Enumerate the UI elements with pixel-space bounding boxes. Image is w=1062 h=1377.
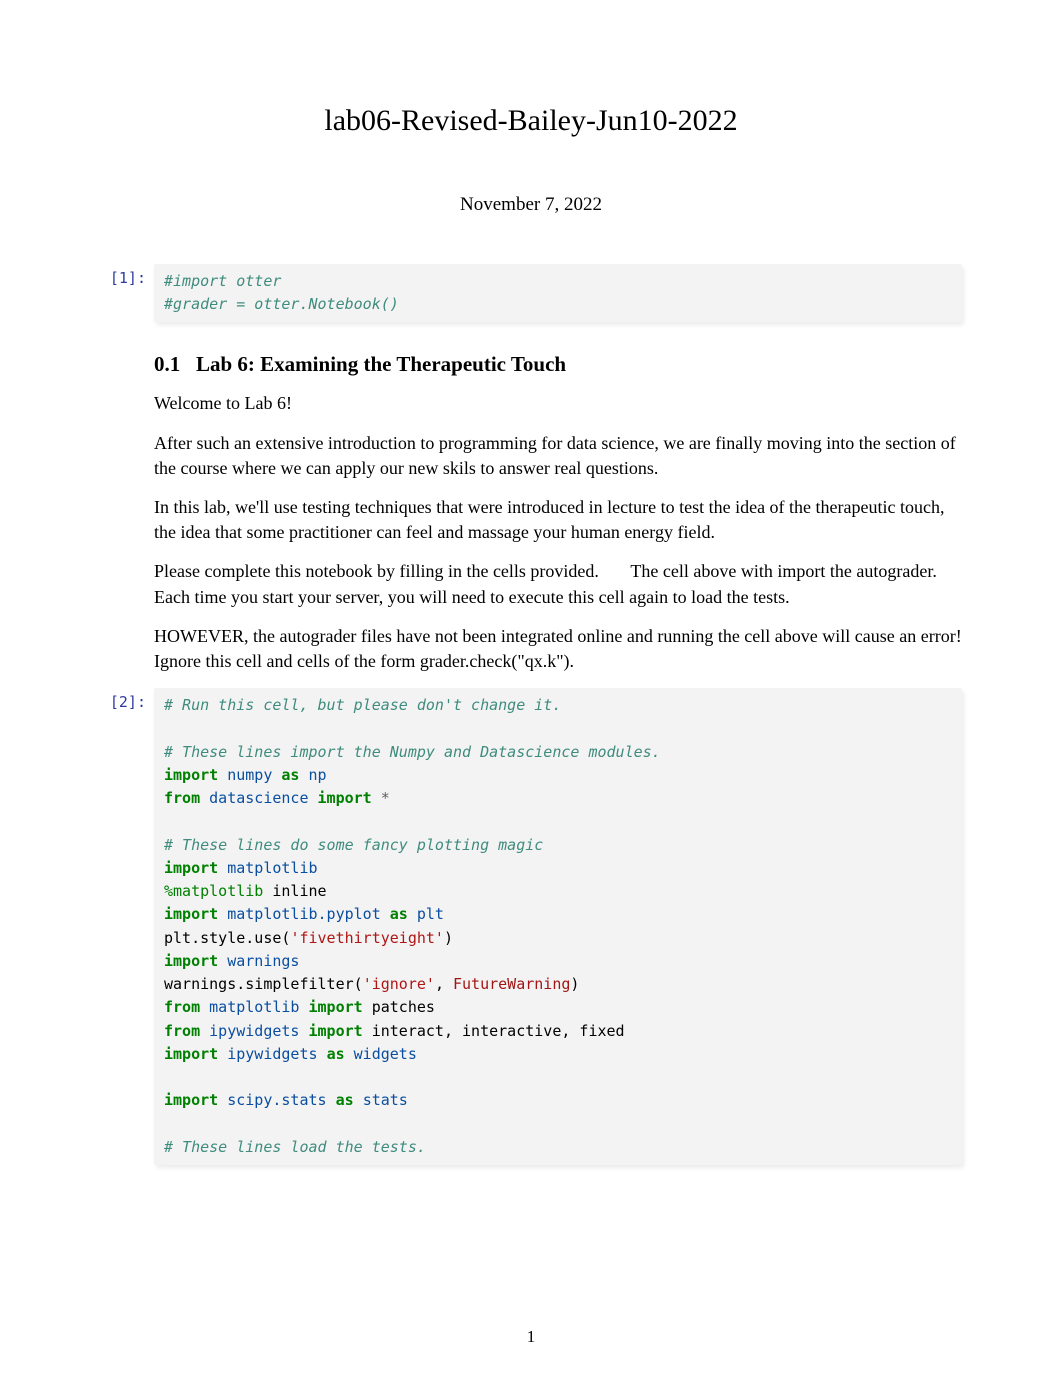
page-number: 1 <box>0 1325 1062 1349</box>
module: warnings <box>227 952 299 970</box>
alias: np <box>309 766 327 784</box>
section-number: 0.1 <box>154 352 180 376</box>
paragraph: Please complete this notebook by filling… <box>154 559 962 609</box>
code-cell-2: [2]: # Run this cell, but please don't c… <box>100 688 962 1165</box>
keyword: import <box>309 1022 363 1040</box>
keyword: as <box>327 1045 345 1063</box>
keyword: as <box>281 766 299 784</box>
module: ipywidgets <box>209 1022 299 1040</box>
code-block-1: #import otter #grader = otter.Notebook() <box>154 264 962 323</box>
code-comment: #grader = otter.Notebook() <box>164 295 399 313</box>
keyword: as <box>390 905 408 923</box>
paragraph: After such an extensive introduction to … <box>154 431 962 481</box>
paren: ) <box>444 929 453 947</box>
module: scipy.stats <box>227 1091 326 1109</box>
names: interact, interactive, fixed <box>372 1022 625 1040</box>
keyword: import <box>164 952 218 970</box>
keyword: import <box>164 1045 218 1063</box>
magic-arg: inline <box>272 882 326 900</box>
module: datascience <box>209 789 308 807</box>
paragraph: HOWEVER, the autograder files have not b… <box>154 624 962 674</box>
paragraph: In this lab, we'll use testing technique… <box>154 495 962 545</box>
comma: , <box>435 975 453 993</box>
keyword: as <box>336 1091 354 1109</box>
paragraph: Welcome to Lab 6! <box>154 391 962 416</box>
keyword: import <box>164 766 218 784</box>
keyword: from <box>164 1022 200 1040</box>
keyword: from <box>164 789 200 807</box>
module: matplotlib <box>227 859 317 877</box>
code-comment: #import otter <box>164 272 281 290</box>
jupyter-magic: %matplotlib <box>164 882 263 900</box>
section-title: Lab 6: Examining the Therapeutic Touch <box>196 352 566 376</box>
code-cell-1: [1]: #import otter #grader = otter.Noteb… <box>100 264 962 323</box>
names: patches <box>372 998 435 1016</box>
module: numpy <box>227 766 272 784</box>
name: FutureWarning <box>453 975 570 993</box>
keyword: import <box>318 789 372 807</box>
call: warnings.simplefilter( <box>164 975 363 993</box>
keyword: import <box>164 905 218 923</box>
operator: * <box>381 789 390 807</box>
markdown-section: 0.1 Lab 6: Examining the Therapeutic Tou… <box>100 350 962 674</box>
document-title: lab06-Revised-Bailey-Jun10-2022 <box>100 100 962 142</box>
alias: widgets <box>354 1045 417 1063</box>
paragraph-part: Please complete this notebook by filling… <box>154 561 599 581</box>
module: matplotlib.pyplot <box>227 905 381 923</box>
code-comment: # These lines load the tests. <box>164 1138 426 1156</box>
code-block-2: # Run this cell, but please don't change… <box>154 688 962 1165</box>
call: plt.style.use( <box>164 929 290 947</box>
paren: ) <box>570 975 579 993</box>
document-date: November 7, 2022 <box>100 192 962 219</box>
alias: plt <box>417 905 444 923</box>
alias: stats <box>363 1091 408 1109</box>
keyword: import <box>164 1091 218 1109</box>
keyword: import <box>309 998 363 1016</box>
code-comment: # These lines import the Numpy and Datas… <box>164 743 661 761</box>
module: ipywidgets <box>227 1045 317 1063</box>
code-comment: # These lines do some fancy plotting mag… <box>164 836 543 854</box>
keyword: from <box>164 998 200 1016</box>
keyword: import <box>164 859 218 877</box>
string: 'ignore' <box>363 975 435 993</box>
string: 'fivethirtyeight' <box>290 929 444 947</box>
cell-prompt-2: [2]: <box>100 688 154 713</box>
module: matplotlib <box>209 998 299 1016</box>
code-comment: # Run this cell, but please don't change… <box>164 696 561 714</box>
section-heading: 0.1 Lab 6: Examining the Therapeutic Tou… <box>154 350 962 379</box>
cell-prompt-1: [1]: <box>100 264 154 289</box>
